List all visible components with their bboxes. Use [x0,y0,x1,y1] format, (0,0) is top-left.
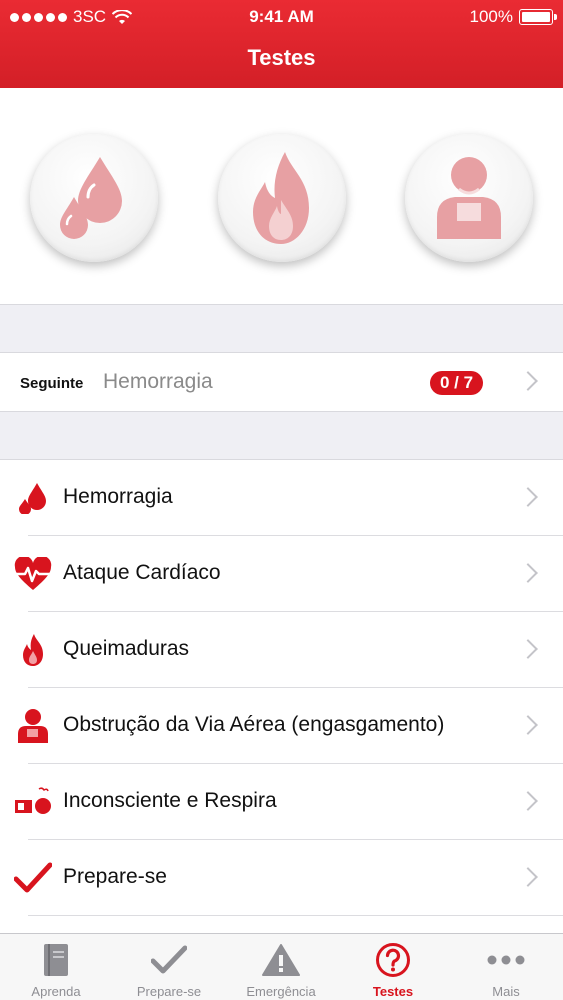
tab-label: Mais [492,984,520,999]
status-bar: 3SC 9:41 AM 100% [0,0,563,32]
list-item-prepare-se[interactable]: Prepare-se [0,840,563,916]
choking-icon [18,709,48,743]
battery-icon [519,9,557,25]
category-buttons [0,88,563,304]
next-test-name: Hemorragia [103,370,213,393]
tab-aprenda[interactable]: Aprenda [0,934,112,1000]
tab-label: Prepare-se [136,984,202,999]
list-item-hemorragia[interactable]: Hemorragia [0,460,563,536]
list-item-label: Ataque Cardíaco [63,561,221,584]
chevron-right-icon [518,563,538,583]
tab-prepare-se[interactable]: Prepare-se [113,934,225,1000]
page-title: Testes [247,45,316,70]
list-item-label: Inconsciente e Respira [63,789,277,812]
list-item-ataque-cardiaco[interactable]: Ataque Cardíaco [0,536,563,612]
next-label: Seguinte [20,375,84,392]
tab-label: Aprenda [31,984,81,999]
section-separator [0,411,563,460]
tab-emergencia[interactable]: Emergência [225,934,337,1000]
choking-person-icon [437,157,501,239]
chevron-right-icon [518,715,538,735]
tab-mais[interactable]: Mais [450,934,562,1000]
bleeding-category-button[interactable] [30,134,158,262]
test-list: Hemorragia Ataque Cardíaco Queimaduras O… [0,460,563,916]
next-test-row[interactable]: Seguinte Hemorragia 0 / 7 [0,353,563,411]
list-item-inconsciente[interactable]: Inconsciente e Respira [0,764,563,840]
list-item-queimaduras[interactable]: Queimaduras [0,612,563,688]
checkmark-icon [151,945,187,974]
more-dots-icon [487,955,525,965]
flame-icon [253,152,309,244]
question-circle-icon [376,943,410,977]
tab-testes[interactable]: Testes [337,934,449,1000]
list-item-label: Queimaduras [63,637,190,660]
unconscious-person-icon [15,787,51,814]
tab-bar: Aprenda Prepare-se Emergência Testes Mai… [0,933,563,1000]
tab-label: Emergência [246,984,316,999]
checkmark-icon [14,862,52,893]
chevron-right-icon [518,639,538,659]
battery-percentage: 100% [469,7,513,26]
blood-drops-icon [60,157,122,239]
list-item-obstrucao[interactable]: Obstrução da Via Aérea (engasgamento) [0,688,563,764]
blood-drop-icon [19,483,46,514]
list-item-label: Obstrução da Via Aérea (engasgamento) [63,713,445,736]
heart-pulse-icon [14,557,52,590]
header: 3SC 9:41 AM 100% Testes [0,0,563,88]
flame-icon [23,634,43,666]
section-separator [0,304,563,353]
chevron-right-icon [518,791,538,811]
progress-badge: 0 / 7 [430,371,483,395]
divider [28,915,563,916]
chevron-right-icon [518,867,538,887]
book-icon [44,944,68,976]
chevron-right-icon [518,371,538,391]
list-item-label: Prepare-se [63,865,167,888]
tab-label: Testes [372,984,414,999]
choking-category-button[interactable] [405,134,533,262]
warning-triangle-icon [262,944,300,976]
chevron-right-icon [518,487,538,507]
burns-category-button[interactable] [218,134,346,262]
list-item-label: Hemorragia [63,485,173,508]
